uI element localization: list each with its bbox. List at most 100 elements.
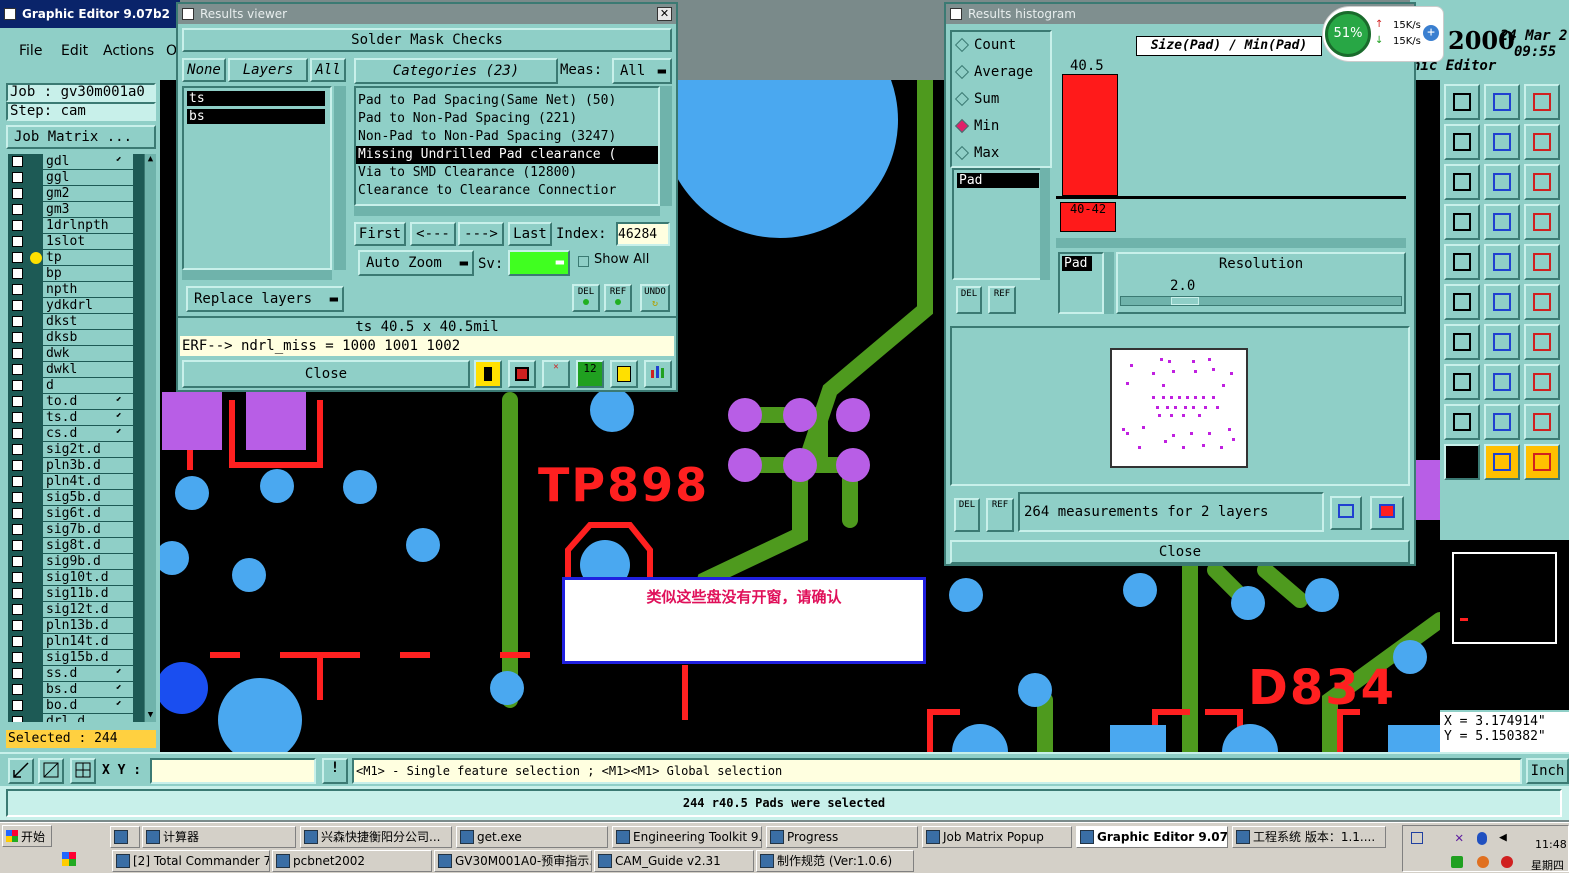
- zoom-area-button[interactable]: [38, 758, 64, 784]
- layer-row[interactable]: bo.d ⬋: [8, 698, 138, 714]
- grid-button[interactable]: [70, 758, 96, 784]
- ref-button[interactable]: REF: [604, 284, 632, 312]
- hist-list-scroll[interactable]: [1040, 168, 1050, 280]
- layer-checkbox[interactable]: [12, 444, 23, 455]
- fit-icon[interactable]: [1444, 164, 1480, 200]
- layer-name[interactable]: sig2t.d: [43, 442, 133, 457]
- layer-item-ts[interactable]: ts: [187, 91, 325, 106]
- category-item[interactable]: Missing Undrilled Pad clearance (: [356, 146, 658, 164]
- layer-checkbox[interactable]: [12, 508, 23, 519]
- layer-name[interactable]: dksb: [43, 330, 133, 345]
- resolution-slider[interactable]: [1120, 296, 1402, 306]
- layer-name[interactable]: sig8t.d: [43, 538, 133, 553]
- category-list[interactable]: Pad to Pad Spacing(Same Net) (50) Pad to …: [354, 86, 660, 206]
- close-button[interactable]: Close: [182, 360, 470, 388]
- link-icon[interactable]: [1524, 284, 1560, 320]
- home-icon[interactable]: [1524, 84, 1560, 120]
- result-layer-list[interactable]: ts bs: [182, 86, 332, 270]
- plus-icon[interactable]: +: [1423, 25, 1439, 41]
- layer-row[interactable]: ts.d ⬋: [8, 410, 138, 426]
- bluetooth-icon[interactable]: [1477, 832, 1487, 845]
- layer-name[interactable]: npth: [43, 282, 133, 297]
- layer-row[interactable]: pln13b.d: [8, 618, 138, 634]
- meas-select[interactable]: All ▬: [612, 58, 672, 84]
- category-item[interactable]: Clearance to Clearance Connectior: [356, 182, 658, 200]
- layer-row[interactable]: cs.d ⬋: [8, 426, 138, 442]
- histogram-bar[interactable]: [1062, 74, 1118, 196]
- layer-checkbox[interactable]: [12, 428, 23, 439]
- layer-row[interactable]: ss.d ⬋: [8, 666, 138, 682]
- layer-checkbox[interactable]: [12, 348, 23, 359]
- list-icon[interactable]: [610, 360, 638, 388]
- layer-row[interactable]: npth: [8, 282, 138, 298]
- category-hscroll[interactable]: [354, 206, 660, 216]
- copy-icon[interactable]: [1524, 124, 1560, 160]
- job-matrix-button[interactable]: Job Matrix ...: [6, 125, 156, 149]
- scale-icon[interactable]: [1524, 164, 1560, 200]
- layer-name[interactable]: dwkl: [43, 362, 133, 377]
- layer-row[interactable]: sig15b.d: [8, 650, 138, 666]
- taskbar-item[interactable]: 工程系统 版本：1.1....: [1232, 826, 1386, 848]
- layer-row[interactable]: pln3b.d: [8, 458, 138, 474]
- close-icon[interactable]: ✕: [657, 7, 672, 21]
- layer-row[interactable]: sig5b.d: [8, 490, 138, 506]
- auto-zoom-select[interactable]: Auto Zoom ▬: [358, 250, 474, 276]
- export-icon[interactable]: [1484, 124, 1520, 160]
- layer-row[interactable]: gdl ⬋: [8, 154, 138, 170]
- pad-list-scroll[interactable]: [1104, 252, 1114, 314]
- units-button[interactable]: Inch: [1526, 758, 1569, 784]
- node-icon[interactable]: [1444, 284, 1480, 320]
- layer-checkbox[interactable]: [12, 620, 23, 631]
- network-widget[interactable]: 51% ↑ 15K/s ↓ 15K/s +: [1322, 6, 1444, 62]
- check-name-header[interactable]: Solder Mask Checks: [182, 28, 672, 52]
- layer-name[interactable]: sig5b.d: [43, 490, 133, 505]
- layer-name[interactable]: dwk: [43, 346, 133, 361]
- taskbar-item[interactable]: [110, 826, 140, 848]
- option-min[interactable]: Min: [952, 113, 1050, 140]
- category-vscroll[interactable]: [660, 86, 672, 206]
- hist-close-button[interactable]: Close: [950, 540, 1410, 564]
- preview-map[interactable]: [1110, 348, 1248, 468]
- taskbar-item[interactable]: GV30M001A0-预审指示...: [434, 850, 592, 872]
- layer-checkbox[interactable]: [12, 252, 23, 263]
- ruler-icon[interactable]: [1524, 244, 1560, 280]
- taskbar-item[interactable]: Progress: [766, 826, 918, 848]
- hist-list-item[interactable]: Pad: [957, 173, 1039, 188]
- layer-checkbox[interactable]: [12, 364, 23, 375]
- layer-checkbox[interactable]: [12, 396, 23, 407]
- category-item[interactable]: Via to SMD Clearance (12800): [356, 164, 658, 182]
- layer-checkbox[interactable]: [12, 684, 23, 695]
- category-item[interactable]: Pad to Pad Spacing(Same Net) (50): [356, 92, 658, 110]
- layer-name[interactable]: pln4t.d: [43, 474, 133, 489]
- taskbar-item[interactable]: 兴森快捷衡阳分公司...: [300, 826, 452, 848]
- info-button[interactable]: !: [322, 758, 348, 784]
- flip-icon[interactable]: [1524, 404, 1560, 440]
- layer-name[interactable]: d: [43, 378, 133, 393]
- layer-row[interactable]: to.d ⬋: [8, 394, 138, 410]
- slider-thumb[interactable]: [1171, 297, 1199, 305]
- layer-checkbox[interactable]: [12, 380, 23, 391]
- snap-icon[interactable]: [1444, 364, 1480, 400]
- taskbar-item[interactable]: Graphic Editor 9.07b...: [1076, 826, 1228, 848]
- report-icon[interactable]: [508, 360, 536, 388]
- layer-name[interactable]: sig6t.d: [43, 506, 133, 521]
- taskbar-item[interactable]: CAM_Guide v2.31: [594, 850, 754, 872]
- tray-icon[interactable]: [1411, 832, 1423, 844]
- quicklaunch-icon[interactable]: [62, 849, 78, 869]
- layer-row[interactable]: 1drlnpth: [8, 218, 138, 234]
- layer-list-hscroll[interactable]: [182, 270, 332, 280]
- layer-name[interactable]: sig10t.d: [43, 570, 133, 585]
- highlight-icon[interactable]: [474, 360, 502, 388]
- tray-alert-icon[interactable]: [1501, 856, 1513, 868]
- layer-name[interactable]: sig12t.d: [43, 602, 133, 617]
- category-item[interactable]: Non-Pad to Non-Pad Spacing (3247): [356, 128, 658, 146]
- main-title-bar[interactable]: Graphic Editor 9.07b2 (00@: [0, 0, 180, 49]
- fill-icon[interactable]: [1444, 244, 1480, 280]
- categories-button[interactable]: Categories (23): [354, 58, 558, 84]
- rotate-icon[interactable]: [1524, 444, 1560, 480]
- preview-ref-button[interactable]: REF: [986, 498, 1014, 532]
- layer-name[interactable]: pln14t.d: [43, 634, 133, 649]
- tool-icon[interactable]: [1444, 204, 1480, 240]
- taskbar-item[interactable]: Job Matrix Popup: [922, 826, 1072, 848]
- layer-name[interactable]: sig7b.d: [43, 522, 133, 537]
